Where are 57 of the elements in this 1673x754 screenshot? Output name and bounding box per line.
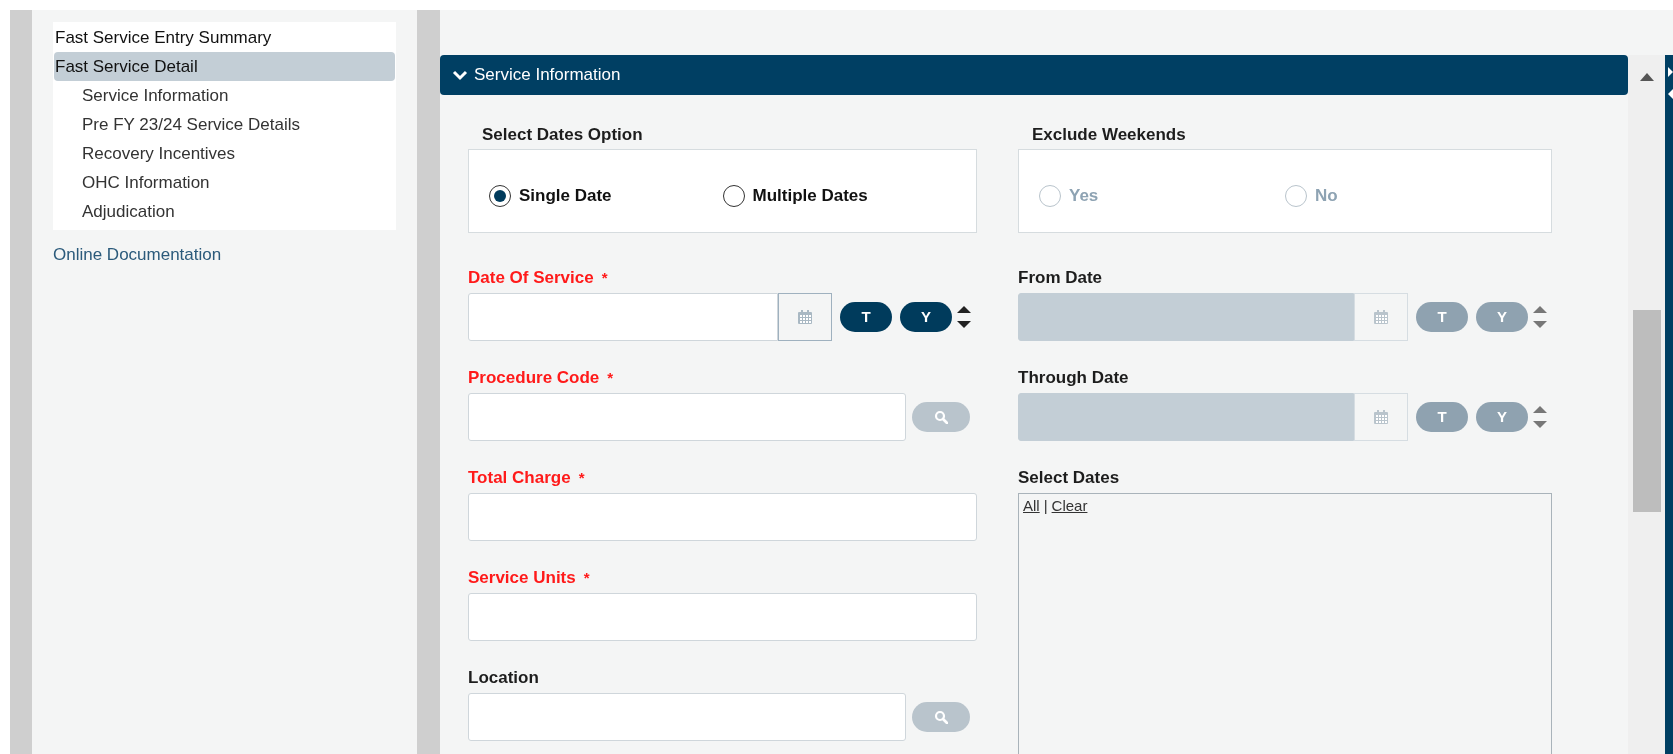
down-arrow-icon[interactable] — [956, 320, 972, 329]
radio-label: No — [1315, 185, 1338, 208]
group-legend: Exclude Weekends — [1032, 122, 1186, 144]
field-label: From Date — [1018, 267, 1103, 290]
calendar-icon — [797, 309, 813, 325]
field-label: Through Date — [1018, 367, 1129, 390]
radio-label: Multiple Dates — [752, 185, 868, 208]
radio-button[interactable] — [489, 185, 511, 207]
nav-subitem[interactable]: Service Information — [54, 81, 395, 110]
date-shortcut-button[interactable]: T — [840, 302, 892, 332]
text-field[interactable] — [468, 593, 977, 641]
section-title: Service Information — [474, 64, 621, 87]
nav-subitem[interactable]: Recovery Incentives — [54, 139, 395, 168]
scrollbar-thumb[interactable] — [1632, 310, 1661, 512]
calendar-button[interactable] — [1354, 393, 1408, 441]
calendar-button[interactable] — [1354, 293, 1408, 341]
text-field[interactable] — [468, 493, 977, 541]
collapse-arrow-icon[interactable] — [1668, 89, 1673, 99]
text-field[interactable] — [468, 693, 906, 741]
section-header[interactable]: Service Information — [440, 55, 1628, 95]
list-link[interactable]: All — [1023, 495, 1040, 518]
nav-item[interactable]: Fast Service Detail — [54, 52, 395, 81]
required-asterisk: * — [578, 467, 585, 488]
up-arrow-icon[interactable] — [956, 305, 972, 314]
text-field[interactable] — [468, 393, 906, 441]
nav-subitem[interactable]: Adjudication — [54, 197, 395, 226]
required-asterisk: * — [607, 367, 614, 388]
calendar-button[interactable] — [778, 293, 832, 341]
radio-label: Yes — [1069, 185, 1099, 208]
radio-label: Single Date — [519, 185, 612, 208]
nav-subitem[interactable]: Pre FY 23/24 Service Details — [54, 110, 395, 139]
field-label: Procedure Code — [468, 367, 600, 390]
date-field[interactable] — [468, 293, 778, 341]
scroll-up-icon[interactable] — [1639, 73, 1654, 81]
required-asterisk: * — [601, 267, 608, 288]
nav-item[interactable]: Fast Service Entry Summary — [54, 23, 395, 52]
field-label: Service Units — [468, 567, 576, 590]
search-icon — [934, 410, 948, 424]
expand-arrow-icon[interactable] — [1668, 67, 1673, 77]
radio-button[interactable] — [722, 185, 745, 207]
field-label: Location — [468, 667, 539, 690]
nav-subitem[interactable]: OHC Information — [54, 168, 395, 197]
field-label: Select Dates — [1018, 467, 1120, 490]
group-legend: Select Dates Option — [482, 122, 643, 144]
date-shortcut-button[interactable]: Y — [900, 302, 952, 332]
calendar-icon — [1373, 409, 1389, 425]
calendar-icon — [1373, 309, 1389, 325]
link-separator: | — [1043, 496, 1048, 516]
scrollbar[interactable] — [1628, 55, 1665, 754]
search-button[interactable] — [912, 402, 970, 432]
search-button[interactable] — [912, 702, 970, 732]
search-icon — [934, 710, 948, 724]
list-link[interactable]: Clear — [1051, 495, 1088, 518]
documentation-link[interactable]: Online Documentation — [53, 242, 222, 268]
field-label: Date Of Service — [468, 267, 594, 290]
required-asterisk: * — [583, 567, 590, 588]
field-label: Total Charge — [468, 467, 571, 490]
